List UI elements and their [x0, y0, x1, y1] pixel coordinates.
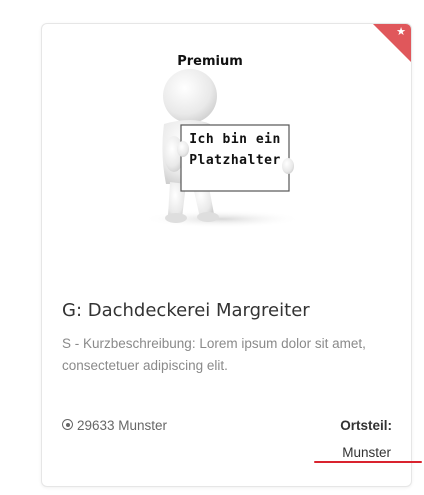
placeholder-sign-text: Ich bin ein Platzhalter — [182, 129, 288, 171]
ortsteil-label: Ortsteil: — [340, 418, 392, 433]
location-info: 29633 Munster — [62, 418, 167, 433]
placeholder-image[interactable]: Premium Ich bin ein Platzhalter — [42, 24, 411, 239]
sign-line-2: Platzhalter — [189, 153, 281, 168]
sign-line-1: Ich bin ein — [189, 132, 281, 147]
premium-label: Premium — [177, 54, 243, 69]
listing-description: S - Kurzbeschreibung: Lorem ipsum dolor … — [62, 336, 366, 373]
location-pin-icon — [62, 419, 73, 430]
ortsteil-value: Munster — [342, 445, 391, 460]
location-text: 29633 Munster — [77, 418, 168, 433]
listing-title[interactable]: G: Dachdeckerei Margreiter — [62, 300, 310, 321]
listing-card[interactable]: ★ Premium Ich bin ein Platzhalter G: Dac… — [41, 23, 412, 487]
red-underline-annotation — [314, 461, 422, 463]
